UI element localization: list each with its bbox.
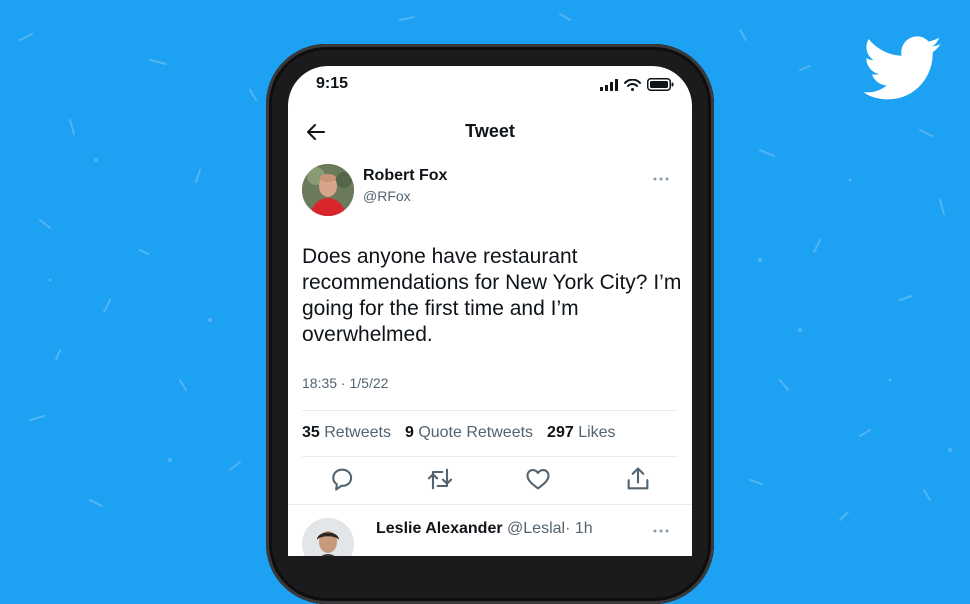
avatar-photo — [302, 164, 354, 216]
twitter-bird-icon — [863, 36, 942, 100]
divider — [288, 504, 692, 505]
tweet-stats: 35 Retweets 9 Quote Retweets 297 Likes — [302, 424, 616, 442]
tweet-header: Tweet — [288, 112, 692, 152]
reply-author-name[interactable]: Leslie Alexander — [376, 520, 503, 537]
reply-avatar-photo — [302, 518, 354, 556]
status-time: 9:15 — [316, 75, 349, 92]
author-handle[interactable]: @RFox — [363, 188, 411, 204]
reply-author-handle[interactable]: @Leslal — [507, 520, 565, 537]
reply-time: · 1h — [565, 520, 593, 537]
status-icons — [600, 78, 674, 91]
tweet-author: Robert Fox @RFox — [302, 164, 678, 220]
retweets-count: 35 — [302, 424, 320, 441]
page-title: Tweet — [465, 121, 515, 141]
like-icon[interactable] — [524, 465, 552, 493]
retweets-stat[interactable]: 35 Retweets — [302, 424, 391, 442]
reply-avatar[interactable] — [302, 518, 354, 556]
likes-stat[interactable]: 297 Likes — [547, 424, 616, 442]
divider — [302, 456, 678, 457]
reply-more-options-icon[interactable] — [652, 522, 670, 540]
tweet-timestamp[interactable]: 18:35 · 1/5/22 — [302, 375, 388, 391]
wifi-icon — [624, 78, 641, 91]
status-bar: 9:15 — [288, 66, 692, 106]
author-name[interactable]: Robert Fox — [363, 167, 447, 185]
likes-label: Likes — [578, 424, 616, 441]
retweets-label: Retweets — [324, 424, 391, 441]
reply-tweet[interactable]: Leslie Alexander @Leslal· 1h — [302, 518, 678, 556]
tweet-actions — [302, 465, 678, 495]
quotes-label: Quote Retweets — [418, 424, 534, 441]
likes-count: 297 — [547, 424, 574, 441]
reply-icon[interactable] — [328, 465, 356, 493]
battery-icon — [647, 78, 674, 91]
retweet-icon[interactable] — [426, 465, 454, 493]
share-icon[interactable] — [624, 465, 652, 493]
signal-icon — [600, 78, 618, 91]
phone-screen: 9:15 Tweet Robert Fox @RFox Does anyone … — [288, 66, 692, 556]
divider — [302, 410, 678, 411]
quotes-count: 9 — [404, 424, 414, 441]
quote-retweets-stat[interactable]: 9 Quote Retweets — [405, 424, 533, 442]
more-options-icon[interactable] — [652, 170, 670, 188]
tweet-text: Does anyone have restaurant recommendati… — [302, 245, 682, 346]
reply-header: Leslie Alexander @Leslal· 1h — [376, 520, 593, 538]
author-avatar[interactable] — [302, 164, 354, 216]
